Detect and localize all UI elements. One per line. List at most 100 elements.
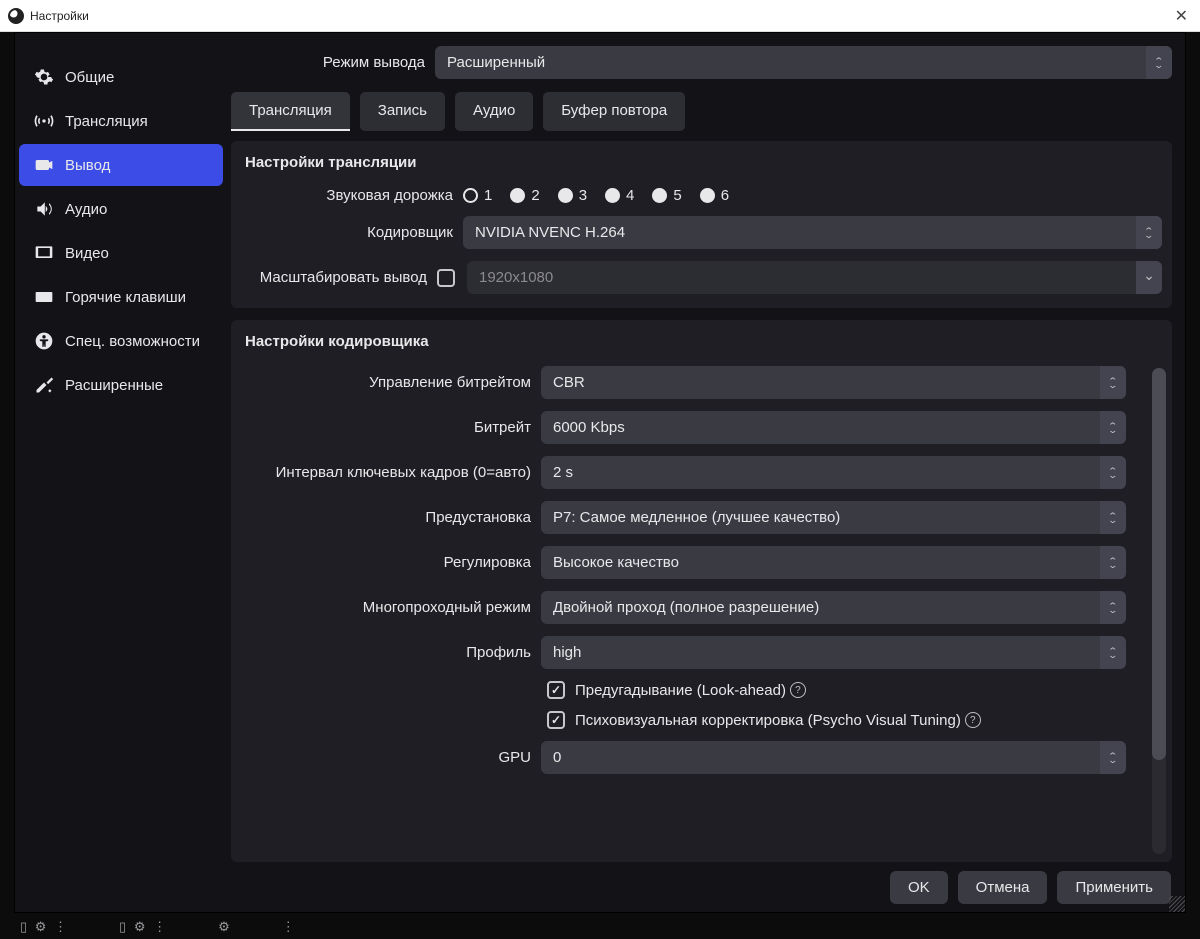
- keyint-row: Интервал ключевых кадров (0=авто) 2 s: [231, 450, 1136, 495]
- audio-track-6[interactable]: 6: [700, 187, 729, 204]
- sidebar-item-label: Общие: [65, 69, 114, 86]
- obs-logo-icon: [8, 8, 24, 24]
- chevron-updown-icon[interactable]: [1146, 46, 1172, 79]
- sidebar-item-audio[interactable]: Аудио: [19, 188, 223, 230]
- antenna-icon: [33, 110, 55, 132]
- tab-audio[interactable]: Аудио: [455, 92, 533, 131]
- stream-section-title: Настройки трансляции: [231, 141, 1172, 181]
- apply-button[interactable]: Применить: [1057, 871, 1171, 904]
- help-icon[interactable]: ?: [965, 712, 981, 728]
- audio-track-radios: 1 2 3 4 5 6: [463, 187, 1162, 204]
- profile-row: Профиль high: [231, 630, 1136, 675]
- psyvis-checkbox[interactable]: [547, 711, 565, 729]
- gear-icon: [33, 66, 55, 88]
- window-title: Настройки: [30, 9, 89, 23]
- spinner-icon[interactable]: [1100, 456, 1126, 489]
- profile-dropdown[interactable]: high: [541, 636, 1126, 669]
- sidebar-item-label: Вывод: [65, 157, 110, 174]
- close-button[interactable]: ✕: [1175, 6, 1188, 26]
- multipass-dropdown[interactable]: Двойной проход (полное разрешение): [541, 591, 1126, 624]
- spinner-icon[interactable]: [1100, 741, 1126, 774]
- encoder-settings-section: Настройки кодировщика Управление битрейт…: [231, 320, 1172, 862]
- rescale-checkbox[interactable]: [437, 269, 455, 287]
- multipass-label: Многопроходный режим: [241, 599, 541, 616]
- bitrate-row: Битрейт 6000 Kbps: [231, 405, 1136, 450]
- rate-control-dropdown[interactable]: CBR: [541, 366, 1126, 399]
- keyint-label: Интервал ключевых кадров (0=авто): [241, 464, 541, 481]
- tray-icon: ▯ ⚙ ⋮: [119, 919, 168, 935]
- audio-track-5[interactable]: 5: [652, 187, 681, 204]
- output-mode-value: Расширенный: [447, 54, 545, 71]
- psyvis-label: Психовизуальная корректировка (Psycho Vi…: [575, 712, 961, 729]
- rescale-value: 1920x1080: [479, 269, 553, 286]
- audio-track-row: Звуковая дорожка 1 2 3 4 5 6: [231, 181, 1172, 210]
- ok-button[interactable]: OK: [890, 871, 948, 904]
- sidebar-item-accessibility[interactable]: Спец. возможности: [19, 320, 223, 362]
- audio-track-label: Звуковая дорожка: [241, 187, 463, 204]
- sidebar-item-video[interactable]: Видео: [19, 232, 223, 274]
- chevron-updown-icon[interactable]: [1100, 636, 1126, 669]
- radio-icon: [510, 188, 525, 203]
- chevron-updown-icon[interactable]: [1100, 366, 1126, 399]
- dialog-footer: OK Отмена Применить: [15, 862, 1185, 912]
- encoder-section-title: Настройки кодировщика: [231, 320, 1172, 360]
- lookahead-checkbox[interactable]: [547, 681, 565, 699]
- speaker-icon: [33, 198, 55, 220]
- cancel-button[interactable]: Отмена: [958, 871, 1048, 904]
- settings-dialog: Общие Трансляция Вывод Аудио Видео Горяч…: [14, 32, 1186, 913]
- gpu-spinbox[interactable]: 0: [541, 741, 1126, 774]
- tuning-label: Регулировка: [241, 554, 541, 571]
- rescale-label: Масштабировать вывод: [241, 269, 437, 286]
- audio-track-3[interactable]: 3: [558, 187, 587, 204]
- tab-streaming[interactable]: Трансляция: [231, 92, 350, 131]
- sidebar-item-label: Трансляция: [65, 113, 148, 130]
- chevron-updown-icon[interactable]: [1100, 501, 1126, 534]
- sidebar-item-label: Аудио: [65, 201, 107, 218]
- sidebar-item-stream[interactable]: Трансляция: [19, 100, 223, 142]
- audio-track-2[interactable]: 2: [510, 187, 539, 204]
- accessibility-icon: [33, 330, 55, 352]
- audio-track-4[interactable]: 4: [605, 187, 634, 204]
- monitor-icon: [33, 242, 55, 264]
- tuning-dropdown[interactable]: Высокое качество: [541, 546, 1126, 579]
- radio-icon: [700, 188, 715, 203]
- multipass-row: Многопроходный режим Двойной проход (пол…: [231, 585, 1136, 630]
- tab-replay-buffer[interactable]: Буфер повтора: [543, 92, 685, 131]
- encoder-dropdown[interactable]: NVIDIA NVENC H.264: [463, 216, 1162, 249]
- rescale-row: Масштабировать вывод 1920x1080: [231, 255, 1172, 308]
- sidebar-item-label: Расширенные: [65, 377, 163, 394]
- output-icon: [33, 154, 55, 176]
- sidebar-item-output[interactable]: Вывод: [19, 144, 223, 186]
- output-mode-dropdown[interactable]: Расширенный: [435, 46, 1172, 79]
- keyint-spinbox[interactable]: 2 s: [541, 456, 1126, 489]
- chevron-updown-icon[interactable]: [1100, 546, 1126, 579]
- titlebar: Настройки ✕: [0, 0, 1200, 32]
- audio-track-1[interactable]: 1: [463, 187, 492, 204]
- preset-row: Предустановка P7: Самое медленное (лучше…: [231, 495, 1136, 540]
- scrollbar-thumb[interactable]: [1152, 368, 1166, 760]
- chevron-updown-icon[interactable]: [1136, 216, 1162, 249]
- sidebar-item-general[interactable]: Общие: [19, 56, 223, 98]
- rate-control-row: Управление битрейтом CBR: [231, 360, 1136, 405]
- tray-icon: ▯ ⚙ ⋮: [20, 919, 69, 935]
- sidebar-item-label: Видео: [65, 245, 109, 262]
- sidebar-item-advanced[interactable]: Расширенные: [19, 364, 223, 406]
- sidebar: Общие Трансляция Вывод Аудио Видео Горяч…: [15, 33, 227, 862]
- content-area: Режим вывода Расширенный Трансляция Запи…: [227, 33, 1185, 862]
- radio-icon: [605, 188, 620, 203]
- encoder-value: NVIDIA NVENC H.264: [475, 224, 625, 241]
- encoder-scroll-area[interactable]: Управление битрейтом CBR Битрейт 6000 Kb…: [231, 360, 1172, 862]
- preset-label: Предустановка: [241, 509, 541, 526]
- os-tray: ▯ ⚙ ⋮ ▯ ⚙ ⋮ ⚙ ⋮: [0, 915, 1200, 939]
- tray-icon: ⚙: [218, 919, 232, 935]
- resize-grip[interactable]: [1169, 896, 1185, 912]
- bitrate-spinbox[interactable]: 6000 Kbps: [541, 411, 1126, 444]
- chevron-updown-icon[interactable]: [1100, 591, 1126, 624]
- help-icon[interactable]: ?: [790, 682, 806, 698]
- preset-dropdown[interactable]: P7: Самое медленное (лучшее качество): [541, 501, 1126, 534]
- tray-icon: ⋮: [282, 919, 297, 935]
- sidebar-item-hotkeys[interactable]: Горячие клавиши: [19, 276, 223, 318]
- radio-icon: [558, 188, 573, 203]
- spinner-icon[interactable]: [1100, 411, 1126, 444]
- tab-recording[interactable]: Запись: [360, 92, 445, 131]
